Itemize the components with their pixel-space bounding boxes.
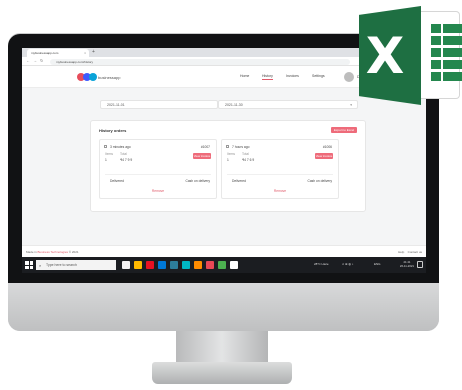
taskbar-app-icon[interactable] — [170, 261, 178, 269]
tab-title: mybusinessapp.com — [31, 51, 59, 55]
task-view-icon[interactable] — [122, 261, 130, 269]
order-status: Delivered — [110, 179, 124, 183]
language-indicator[interactable]: ENG — [374, 262, 381, 266]
clock-date: 26-11-2021 — [399, 264, 414, 268]
nav-invoices[interactable]: Invoices — [286, 74, 299, 78]
main-content: 2021-11-01 2021-11-30 ▾ History orders E… — [22, 88, 426, 245]
taskbar-app-icon[interactable] — [230, 261, 238, 269]
contact-link[interactable]: Contact us — [408, 250, 422, 254]
page-footer: Made in Business Technologies © 2021 Hel… — [22, 245, 426, 257]
monitor-stand — [176, 331, 268, 364]
start-date-value: 2021-11-01 — [107, 103, 125, 107]
chevron-down-icon[interactable]: ▾ — [350, 103, 352, 107]
order-total: ₹4 7 6 9 — [242, 158, 255, 162]
search-icon: ⌕ — [39, 262, 42, 268]
order-time: 3 minutes ago — [110, 144, 131, 149]
order-status: Delivered — [232, 179, 246, 183]
taskbar-search-input[interactable]: ⌕ Type here to search — [36, 260, 116, 270]
order-qty: 1 — [227, 158, 229, 162]
history-title: History orders — [99, 128, 127, 133]
footer-copyright: © 2021 — [68, 250, 79, 254]
start-date-field[interactable]: 2021-11-01 — [100, 100, 218, 109]
address-bar[interactable]: mybusinessapp.com/history — [50, 58, 350, 65]
order-qty-label: Items — [227, 152, 236, 156]
order-payment: Cash on delivery — [307, 179, 332, 183]
order-time: 7 hours ago — [232, 144, 250, 149]
order-card: 7 hours ago #1006 Items Total 1 ₹4 7 6 9… — [221, 139, 339, 199]
footer-credit: Made in Business Technologies © 2021 — [26, 250, 79, 254]
monitor-base — [152, 362, 292, 384]
view-invoice-button[interactable]: View invoice — [193, 153, 211, 159]
order-payment: Cash on delivery — [185, 179, 210, 183]
windows-start-icon[interactable] — [25, 261, 33, 269]
file-explorer-icon[interactable] — [134, 261, 142, 269]
taskbar-app-icon[interactable] — [146, 261, 154, 269]
back-icon[interactable]: ← — [26, 59, 30, 63]
end-date-field[interactable]: 2021-11-30 ▾ — [218, 100, 358, 109]
weather-widget[interactable]: 28°C Haze — [314, 262, 329, 266]
forward-icon[interactable]: → — [33, 59, 37, 63]
history-card: History orders Export to Excel 3 minutes… — [90, 120, 366, 212]
tab-close-icon[interactable]: × — [84, 51, 86, 55]
footer-company-link[interactable]: Business Technologies — [38, 250, 68, 254]
chrome-icon[interactable] — [206, 261, 214, 269]
stage: mybusinessapp.com × + ← → ↻ mybusinessap… — [0, 0, 462, 390]
order-id: #1006 — [322, 144, 332, 149]
avatar[interactable] — [344, 72, 354, 82]
remove-link[interactable]: Remove — [100, 189, 216, 193]
footer-prefix: Made in — [26, 250, 37, 254]
taskbar-search-placeholder: Type here to search — [46, 263, 77, 267]
excel-logo: X — [359, 6, 462, 105]
order-qty-label: Items — [105, 152, 114, 156]
divider — [227, 174, 333, 175]
order-qty: 1 — [105, 158, 107, 162]
divider — [105, 174, 211, 175]
monitor-chin — [8, 283, 439, 331]
nav-history[interactable]: History — [262, 74, 273, 80]
order-checkbox[interactable] — [226, 145, 229, 148]
nav-home[interactable]: Home — [240, 74, 249, 78]
end-date-value: 2021-11-30 — [225, 103, 243, 107]
taskbar-app-icon[interactable] — [158, 261, 166, 269]
logo-text: businessapp — [98, 75, 121, 80]
reload-icon[interactable]: ↻ — [40, 59, 43, 63]
footer-links: Help Contact us — [398, 250, 422, 254]
taskbar-clock[interactable]: 21:41 26-11-2021 — [400, 260, 414, 268]
tray-icons[interactable]: ∧ ⊕ ◍ ♪ — [342, 262, 353, 266]
export-excel-button[interactable]: Export to Excel — [331, 127, 357, 133]
new-tab-icon[interactable]: + — [92, 50, 95, 55]
order-checkbox[interactable] — [104, 145, 107, 148]
browser-tab[interactable]: mybusinessapp.com × — [27, 49, 89, 57]
taskbar-app-icon[interactable] — [218, 261, 226, 269]
help-link[interactable]: Help — [398, 250, 404, 254]
order-id: #1007 — [200, 144, 210, 149]
logo-icon — [89, 73, 97, 81]
order-total: ₹4 7 9 9 — [120, 158, 133, 162]
excel-logo-letter: X — [365, 27, 405, 85]
order-total-label: Total — [120, 152, 127, 156]
view-invoice-button[interactable]: View invoice — [315, 153, 333, 159]
taskbar-app-icon[interactable] — [182, 261, 190, 269]
remove-link[interactable]: Remove — [222, 189, 338, 193]
order-total-label: Total — [242, 152, 249, 156]
taskbar-app-icon[interactable] — [194, 261, 202, 269]
taskbar: ⌕ Type here to search 28°C Haze ∧ ⊕ ◍ ♪ … — [22, 257, 426, 273]
order-card: 3 minutes ago #1007 Items Total 1 ₹4 7 9… — [99, 139, 217, 199]
nav-settings[interactable]: Settings — [312, 74, 325, 78]
notification-icon[interactable] — [417, 261, 423, 268]
excel-tile: X — [359, 6, 421, 105]
